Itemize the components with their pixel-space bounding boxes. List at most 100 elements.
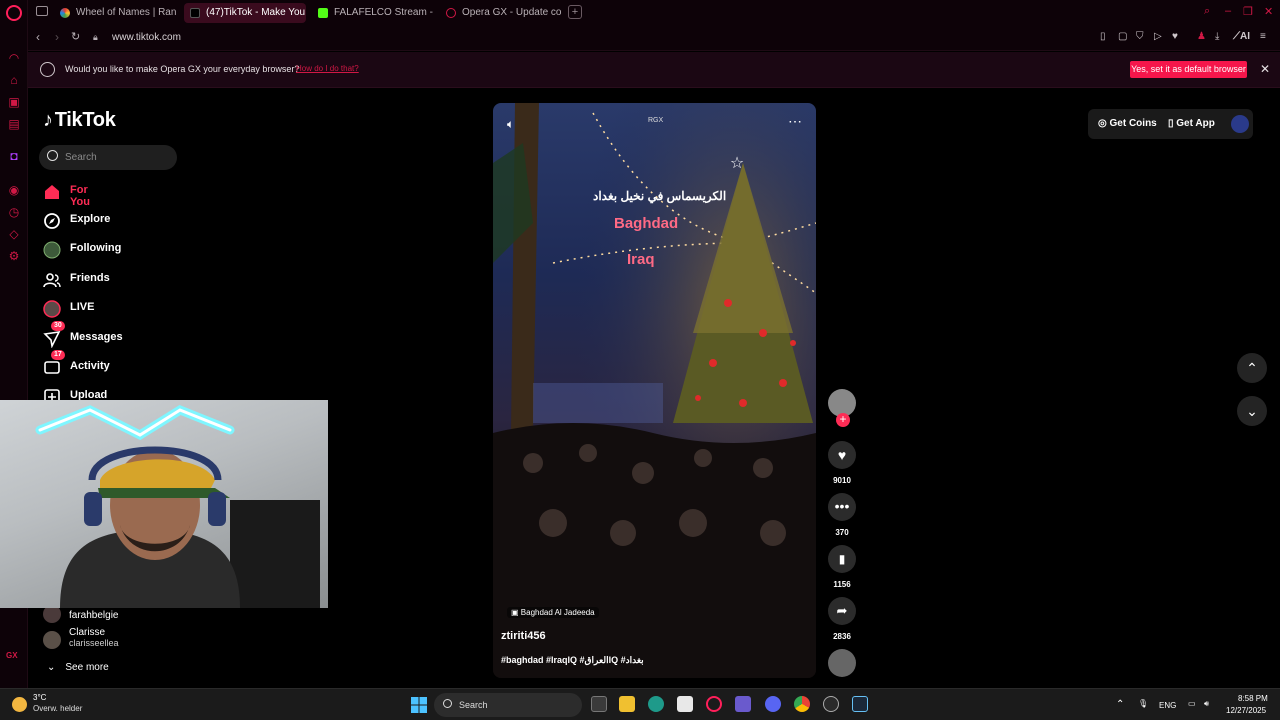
share-arrow-icon[interactable]: ➦ — [828, 597, 856, 625]
discord-icon[interactable] — [765, 696, 781, 712]
video-player[interactable]: ☆ 🔈︎ RGX ⋯ الكريسماس في نخيل بغداد Baghd… — [493, 103, 816, 678]
news-icon[interactable]: ▤ — [7, 117, 21, 131]
twitch-icon[interactable]: ◘ — [7, 149, 21, 163]
app-icon[interactable] — [735, 696, 751, 712]
how-do-i-link[interactable]: How do I do that? — [296, 64, 359, 73]
tab-tiktok[interactable]: (47)TikTok - Make You — [184, 3, 306, 23]
live-avatar-icon — [43, 300, 61, 318]
url-field[interactable]: www.tiktok.com — [112, 32, 181, 43]
history-icon[interactable]: ◷ — [7, 205, 21, 219]
previous-video-button[interactable]: ⌃ — [1237, 353, 1267, 383]
extensions-icon[interactable]: ♟ — [1197, 31, 1206, 42]
restore-icon[interactable]: ❐ — [1243, 5, 1253, 18]
follow-plus-icon[interactable]: + — [836, 413, 850, 427]
vpn-shield-icon[interactable]: ⛉ — [1136, 31, 1144, 42]
activity-icon — [44, 361, 60, 374]
pinboard-icon[interactable]: ◇ — [7, 227, 21, 241]
player-play-icon[interactable]: ▷ — [1154, 31, 1162, 42]
forward-icon[interactable]: › — [55, 30, 59, 44]
obs-icon[interactable] — [823, 696, 839, 712]
taskbar-search[interactable]: Search — [434, 693, 582, 717]
get-app-button[interactable]: ▯ Get App — [1168, 118, 1215, 129]
comment-icon[interactable]: ••• — [828, 493, 856, 521]
caption-country: Iraq — [627, 251, 655, 268]
messages-icon — [43, 330, 61, 348]
tiktok-logo[interactable]: ♪ TikTok — [43, 109, 116, 132]
address-bar: ‹ › ↻ 🔒︎ www.tiktok.com ▯ ▢ ⛉ ▷ ♥ ♟ ⤓ ⟋A… — [28, 25, 1280, 51]
streamer-webcam — [0, 400, 328, 608]
tab-falafelco[interactable]: FALAFELCO Stream - Wat — [312, 3, 434, 23]
player-icon[interactable]: ◉ — [7, 183, 21, 197]
snapshot-icon[interactable]: ▢ — [1118, 31, 1127, 42]
save-count: 1156 — [833, 580, 851, 589]
close-infobar-icon[interactable]: ✕ — [1260, 62, 1270, 76]
steam-icon[interactable] — [852, 696, 868, 712]
tab-wheel-of-names[interactable]: Wheel of Names | Random — [54, 3, 176, 23]
gx-store-icon[interactable]: ⌂ — [7, 73, 21, 87]
chrome-icon[interactable] — [794, 696, 810, 712]
gx-label: GX — [6, 651, 18, 660]
download-icon[interactable]: ⤓ — [1215, 31, 1219, 42]
bookmark-save-icon[interactable]: ▮ — [828, 545, 856, 573]
reload-icon[interactable]: ↻ — [71, 30, 80, 43]
more-options-icon[interactable]: ⋯ — [788, 113, 802, 130]
clock-time[interactable]: 8:58 PM — [1238, 694, 1268, 703]
bookmark-icon[interactable]: ▯ — [1100, 31, 1106, 42]
gx-corner-icon[interactable]: ▣ — [7, 95, 21, 109]
music-disc-icon[interactable] — [828, 649, 856, 677]
default-browser-message: Would you like to make Opera GX your eve… — [65, 64, 300, 74]
workspaces-icon[interactable] — [36, 6, 48, 16]
compass-icon — [44, 213, 60, 229]
get-coins-button[interactable]: ◎ Get Coins — [1098, 118, 1157, 129]
back-icon[interactable]: ‹ — [36, 30, 40, 44]
search-input[interactable]: Search — [39, 145, 177, 170]
opera-gx-logo-icon[interactable] — [6, 5, 22, 21]
gx-control-icon[interactable]: ◠ — [7, 51, 21, 65]
menu-icon[interactable]: ≡ — [1260, 31, 1266, 42]
activity-badge: 17 — [51, 350, 65, 360]
new-tab-button[interactable]: + — [568, 5, 582, 19]
account-actions: ◎ Get Coins ▯ Get App — [1088, 109, 1253, 139]
weather-temperature[interactable]: 3°C — [33, 693, 46, 702]
tray-chevron-icon[interactable]: ⌃ — [1116, 699, 1124, 710]
comment-count: 370 — [835, 528, 849, 537]
friends-icon — [43, 273, 61, 288]
like-count: 9010 — [833, 476, 851, 485]
volume-icon[interactable]: 🔊︎ — [1204, 699, 1209, 709]
search-icon — [47, 150, 58, 161]
coin-icon: ◎ — [1098, 118, 1110, 129]
like-heart-icon[interactable]: ♥ — [828, 441, 856, 469]
microphone-icon[interactable]: 🎙︎ — [1138, 699, 1148, 708]
svg-text:☆: ☆ — [730, 153, 744, 172]
set-default-browser-button[interactable]: Yes, set it as default browser — [1130, 61, 1247, 78]
profile-avatar[interactable] — [1231, 115, 1249, 133]
aria-ai-button[interactable]: ⟋AI — [1233, 31, 1250, 42]
messages-badge: 30 — [51, 321, 65, 331]
file-explorer-icon[interactable] — [619, 696, 635, 712]
clock-date[interactable]: 12/27/2025 — [1226, 706, 1266, 715]
network-icon[interactable]: ▭ — [1188, 699, 1196, 708]
volume-icon[interactable]: 🔈︎ — [507, 117, 514, 132]
language-indicator[interactable]: ENG — [1159, 701, 1176, 710]
opera-favicon-icon — [446, 8, 456, 18]
minimize-icon[interactable]: – — [1225, 5, 1231, 17]
location-tag[interactable]: ▣ Baghdad Al Jadeeda — [507, 607, 599, 618]
video-hashtags[interactable]: #baghdad #IraqIQ #العراقIQ #بغداد — [501, 655, 644, 666]
settings-gear-icon[interactable]: ⚙ — [7, 249, 21, 263]
default-browser-bar: Would you like to make Opera GX your eve… — [28, 52, 1280, 88]
task-view-icon[interactable] — [591, 696, 607, 712]
weather-sun-icon[interactable] — [12, 697, 27, 712]
tab-opera-update[interactable]: Opera GX - Update compl — [440, 3, 562, 23]
close-window-icon[interactable]: ✕ — [1264, 5, 1273, 18]
tiktok-note-icon: ♪ — [43, 109, 53, 131]
heart-icon[interactable]: ♥ — [1172, 31, 1178, 42]
opera-gx-taskbar-icon[interactable] — [706, 696, 722, 712]
edge-icon[interactable] — [648, 696, 664, 712]
see-more-button[interactable]: ⌄ See more — [47, 661, 119, 673]
store-icon[interactable] — [677, 696, 693, 712]
next-video-button[interactable]: ⌄ — [1237, 396, 1267, 426]
author-username[interactable]: ztiriti456 — [501, 630, 546, 642]
location-pin-icon: ▣ — [511, 608, 521, 617]
search-tabs-icon[interactable]: ⌕ — [1204, 5, 1210, 18]
windows-start-icon[interactable] — [411, 697, 427, 713]
